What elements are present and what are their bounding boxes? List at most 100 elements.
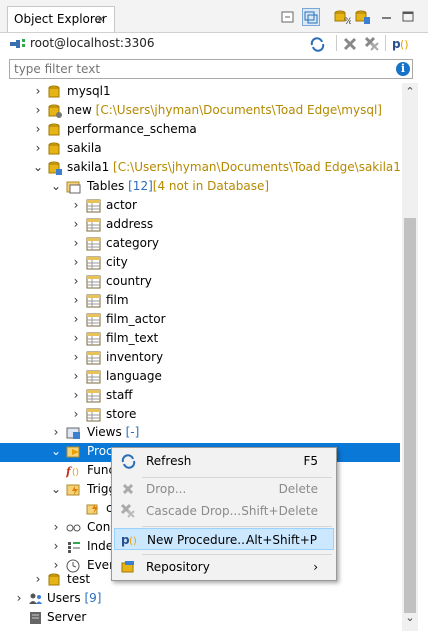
table-name: staff bbox=[106, 388, 133, 402]
table-row[interactable]: › address bbox=[0, 216, 400, 235]
table-row[interactable]: › country bbox=[0, 273, 400, 292]
refresh-icon bbox=[120, 453, 136, 469]
menu-item-cascade-drop[interactable]: Cascade Drop... Shift+Delete bbox=[114, 500, 334, 522]
chevron-right-icon[interactable]: › bbox=[32, 84, 44, 98]
chevron-right-icon[interactable]: › bbox=[50, 520, 62, 534]
tree-node-label: performance_schema bbox=[67, 122, 197, 136]
chevron-right-icon[interactable]: › bbox=[70, 236, 82, 250]
chevron-down-icon[interactable]: ⌄ bbox=[50, 179, 62, 193]
table-row[interactable]: › city bbox=[0, 254, 400, 273]
chevron-down-icon[interactable]: ⌄ bbox=[50, 444, 62, 458]
tree-node-sakila1[interactable]: ⌄ sakila1 [C:\Users\jhyman\Documents\Toa… bbox=[0, 159, 400, 178]
tree-node-label: mysql1 bbox=[67, 84, 111, 98]
menu-item-label: New Procedure... bbox=[147, 533, 249, 547]
repository-icon bbox=[120, 559, 136, 575]
menu-item-repository[interactable]: Repository › bbox=[114, 556, 334, 578]
new-procedure-toolbar-icon[interactable]: p() bbox=[391, 36, 413, 55]
chevron-right-icon[interactable]: › bbox=[32, 572, 44, 586]
chevron-down-icon[interactable]: ⌄ bbox=[50, 482, 62, 496]
tree-node-tables[interactable]: ⌄ Tables [12][4 not in Database] bbox=[0, 178, 400, 197]
submenu-chevron-icon: › bbox=[313, 560, 318, 574]
table-row[interactable]: › inventory bbox=[0, 349, 400, 368]
scroll-up-icon[interactable]: ⌃ bbox=[402, 85, 418, 99]
cascade-drop-icon[interactable] bbox=[364, 36, 380, 55]
chevron-right-icon[interactable]: › bbox=[70, 255, 82, 269]
info-icon[interactable]: i bbox=[396, 62, 410, 76]
chevron-right-icon[interactable]: › bbox=[70, 198, 82, 212]
chevron-right-icon[interactable]: › bbox=[50, 539, 62, 553]
database-settings-icon[interactable] bbox=[354, 8, 372, 26]
toolbar-divider bbox=[385, 35, 386, 51]
scroll-down-icon[interactable]: ⌄ bbox=[402, 611, 418, 625]
chevron-right-icon[interactable]: › bbox=[50, 425, 62, 439]
table-icon bbox=[86, 237, 102, 251]
chevron-right-icon[interactable]: › bbox=[70, 293, 82, 307]
maximize-icon[interactable] bbox=[399, 8, 417, 26]
table-name: film_text bbox=[106, 331, 159, 345]
tree-node-users[interactable]: › Users [9] bbox=[0, 590, 400, 609]
drop-icon[interactable] bbox=[342, 36, 358, 55]
table-icon bbox=[86, 294, 102, 308]
menu-item-drop[interactable]: Drop... Delete bbox=[114, 478, 334, 500]
menu-item-label: Drop... bbox=[146, 482, 187, 496]
table-row[interactable]: › actor bbox=[0, 197, 400, 216]
table-row[interactable]: › film_text bbox=[0, 330, 400, 349]
tree-node-mysql1[interactable]: › mysql1 bbox=[0, 83, 400, 102]
table-icon bbox=[86, 275, 102, 289]
menu-item-new-procedure[interactable]: p() New Procedure... Alt+Shift+P bbox=[114, 528, 334, 550]
menu-separator bbox=[142, 526, 332, 527]
tree-node-label: sakila bbox=[67, 141, 102, 155]
chevron-right-icon[interactable]: › bbox=[32, 141, 44, 155]
chevron-right-icon[interactable]: › bbox=[70, 217, 82, 231]
close-icon[interactable]: × bbox=[96, 12, 106, 26]
tree-node-new[interactable]: › new [C:\Users\jhyman\Documents\Toad Ed… bbox=[0, 102, 400, 121]
table-row[interactable]: › film bbox=[0, 292, 400, 311]
chevron-right-icon[interactable]: › bbox=[70, 407, 82, 421]
link-with-editor-icon[interactable] bbox=[302, 8, 320, 26]
procedures-folder-icon bbox=[66, 445, 82, 459]
svg-text:%: % bbox=[344, 17, 351, 26]
table-row[interactable]: › store bbox=[0, 406, 400, 425]
tree-node-performance-schema[interactable]: › performance_schema bbox=[0, 121, 400, 140]
triggers-folder-icon bbox=[66, 483, 82, 497]
table-name: store bbox=[106, 407, 137, 421]
chevron-right-icon[interactable]: › bbox=[70, 312, 82, 326]
chevron-right-icon[interactable]: › bbox=[70, 350, 82, 364]
new-procedure-icon: p() bbox=[121, 532, 137, 548]
menu-shortcut: Shift+Delete bbox=[241, 504, 318, 518]
tree-node-views[interactable]: › Views [-] bbox=[0, 424, 400, 443]
server-icon bbox=[28, 611, 44, 625]
vertical-scrollbar[interactable]: ⌃ ⌄ bbox=[402, 83, 418, 631]
tab-object-explorer[interactable]: Object Explorer × bbox=[7, 6, 115, 32]
tree-node-label: Views [-] bbox=[87, 425, 140, 439]
chevron-down-icon[interactable]: ⌄ bbox=[32, 160, 44, 174]
svg-text:(): () bbox=[400, 38, 409, 51]
table-row[interactable]: › category bbox=[0, 235, 400, 254]
chevron-right-icon[interactable]: › bbox=[70, 369, 82, 383]
table-row[interactable]: › language bbox=[0, 368, 400, 387]
table-row[interactable]: › film_actor bbox=[0, 311, 400, 330]
table-icon bbox=[86, 199, 102, 213]
chevron-right-icon[interactable]: › bbox=[50, 558, 62, 572]
chevron-right-icon[interactable]: › bbox=[70, 274, 82, 288]
table-icon bbox=[86, 370, 102, 384]
tree-node-server[interactable]: Server bbox=[0, 609, 400, 628]
menu-item-refresh[interactable]: Refresh F5 bbox=[114, 450, 334, 472]
chevron-right-icon[interactable]: › bbox=[13, 591, 25, 605]
tree-node-sakila[interactable]: › sakila bbox=[0, 140, 400, 159]
table-row[interactable]: › staff bbox=[0, 387, 400, 406]
collapse-all-icon[interactable] bbox=[279, 8, 297, 26]
minimize-icon[interactable] bbox=[378, 8, 396, 26]
filter-input[interactable] bbox=[9, 59, 413, 79]
chevron-right-icon[interactable]: › bbox=[70, 331, 82, 345]
refresh-connection-icon[interactable] bbox=[309, 36, 327, 55]
chevron-right-icon[interactable]: › bbox=[70, 388, 82, 402]
chevron-right-icon[interactable]: › bbox=[32, 103, 44, 117]
table-icon bbox=[86, 351, 102, 365]
new-connection-icon[interactable]: % bbox=[333, 8, 353, 27]
scrollbar-thumb[interactable] bbox=[404, 218, 416, 613]
table-name: film_actor bbox=[106, 312, 166, 326]
chevron-right-icon[interactable]: › bbox=[32, 122, 44, 136]
menu-item-label: Cascade Drop... bbox=[146, 504, 242, 518]
tree-node-label: Tables [12][4 not in Database] bbox=[87, 179, 270, 193]
